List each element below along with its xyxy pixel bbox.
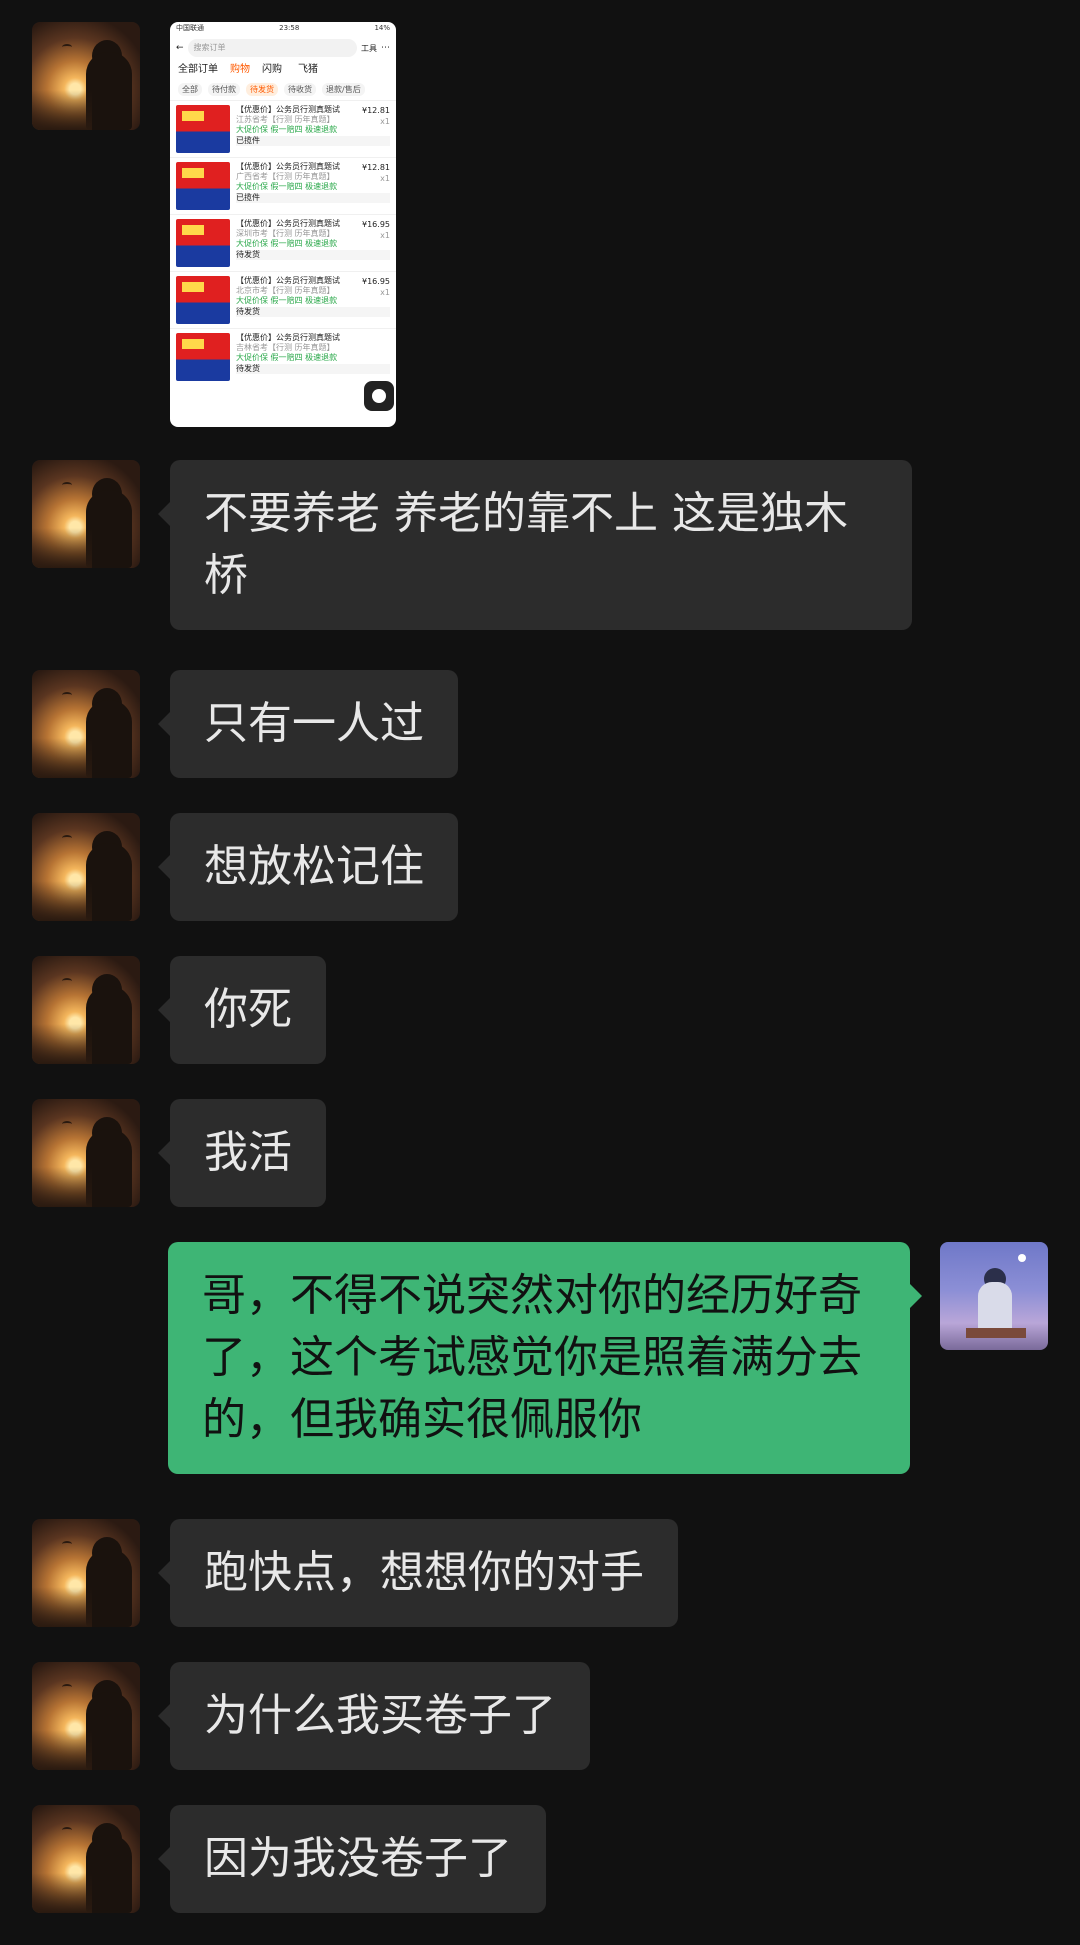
contact-avatar[interactable] <box>32 22 140 130</box>
message-bubble[interactable]: 你死 <box>158 956 326 1064</box>
contact-avatar[interactable] <box>32 460 140 568</box>
order-item: 【优惠价】公务员行测真题试 吉林省考【行测 历年真题】 大促价保 假一赔四 极速… <box>170 328 396 385</box>
message-bubble[interactable]: 不要养老 养老的靠不上 这是独木桥 <box>158 460 912 630</box>
bird-decoration <box>62 1541 72 1547</box>
avatar-reeds <box>32 1587 92 1627</box>
message-bubble[interactable]: 因为我没卷子了 <box>158 1805 546 1913</box>
order-status: 已揽件 <box>236 193 390 203</box>
product-thumbnail <box>176 105 230 153</box>
screen-record-icon <box>364 381 394 411</box>
order-status: 已揽件 <box>236 136 390 146</box>
subtab-refund: 退款/售后 <box>322 83 365 96</box>
bird-decoration <box>62 692 72 698</box>
tab-all-orders: 全部订单 <box>178 64 218 75</box>
order-status: 待发货 <box>236 364 390 374</box>
subtab-to-receive: 待收货 <box>284 83 316 96</box>
avatar-reeds <box>32 1730 92 1770</box>
time-label: 23:58 <box>279 24 300 32</box>
tab-flash-label: 闪购 <box>262 64 282 75</box>
message-bubble-sent[interactable]: 哥，不得不说突然对你的经历好奇了，这个考试感觉你是照着满分去的，但我确实很佩服你 <box>168 1242 922 1474</box>
product-thumbnail <box>176 219 230 267</box>
order-item: 【优惠价】公务员行测真题试 北京市考【行测 历年真题】 大促价保 假一赔四 极速… <box>170 271 396 328</box>
order-price: ¥16.95 <box>362 277 390 286</box>
tab-fliggy-label: 飞猪 <box>298 64 318 75</box>
avatar-reeds <box>32 1873 92 1913</box>
order-guarantee: 大促价保 假一赔四 极速退款 <box>236 353 338 362</box>
bird-decoration <box>62 835 72 841</box>
tab-flash: 闪购 <box>262 64 286 75</box>
tools-label: 工具 <box>361 43 377 53</box>
avatar-silhouette <box>86 986 132 1064</box>
order-qty: x1 <box>380 174 390 183</box>
avatar-reeds <box>32 90 92 130</box>
contact-avatar[interactable] <box>32 1662 140 1770</box>
order-item: 【优惠价】公务员行测真题试 深圳市考【行测 历年真题】 大促价保 假一赔四 极速… <box>170 214 396 271</box>
avatar-reeds <box>32 1167 92 1207</box>
image-message-screenshot[interactable]: 中国联通 23:58 14% ← 搜索订单 工具 ⋯ 全部订单 购物 闪购 飞猪… <box>170 22 396 427</box>
order-qty: x1 <box>380 117 390 126</box>
message-bubble[interactable]: 跑快点，想想你的对手 <box>158 1519 678 1627</box>
battery-label: 14% <box>374 24 390 32</box>
bird-decoration <box>62 1121 72 1127</box>
order-item: 【优惠价】公务员行测真题试 广西省考【行测 历年真题】 大促价保 假一赔四 极速… <box>170 157 396 214</box>
avatar-silhouette <box>86 700 132 778</box>
contact-avatar[interactable] <box>32 1099 140 1207</box>
order-qty: x1 <box>380 288 390 297</box>
bird-decoration <box>62 1827 72 1833</box>
order-subtabs: 全部 待付款 待发货 待收货 退款/售后 <box>170 79 396 100</box>
message-bubble[interactable]: 为什么我买卷子了 <box>158 1662 590 1770</box>
order-title: 【优惠价】公务员行测真题试 <box>236 333 340 342</box>
order-item: 【优惠价】公务员行测真题试 江苏省考【行测 历年真题】 大促价保 假一赔四 极速… <box>170 100 396 157</box>
search-row: ← 搜索订单 工具 ⋯ <box>170 36 396 60</box>
avatar-silhouette <box>86 843 132 921</box>
moon-decoration <box>1018 1254 1026 1262</box>
avatar-reeds <box>32 1024 92 1064</box>
search-box: 搜索订单 <box>187 39 357 57</box>
avatar-reeds <box>32 528 92 568</box>
bird-decoration <box>62 978 72 984</box>
order-status: 待发货 <box>236 250 390 260</box>
contact-avatar[interactable] <box>32 670 140 778</box>
status-bar: 中国联通 23:58 14% <box>170 22 396 36</box>
message-bubble[interactable]: 想放松记住 <box>158 813 458 921</box>
order-price: ¥12.81 <box>362 106 390 115</box>
order-sub: 吉林省考【行测 历年真题】 <box>236 343 335 352</box>
avatar-silhouette <box>86 1692 132 1770</box>
product-thumbnail <box>176 276 230 324</box>
avatar-reeds <box>32 738 92 778</box>
subtab-unpaid: 待付款 <box>208 83 240 96</box>
order-price: ¥16.95 <box>362 220 390 229</box>
bird-decoration <box>62 1684 72 1690</box>
contact-avatar[interactable] <box>32 1519 140 1627</box>
avatar-silhouette <box>86 52 132 130</box>
subtab-all: 全部 <box>178 83 202 96</box>
contact-avatar[interactable] <box>32 956 140 1064</box>
avatar-silhouette <box>86 1129 132 1207</box>
avatar-silhouette <box>86 1549 132 1627</box>
avatar-silhouette <box>86 490 132 568</box>
avatar-reeds <box>32 881 92 921</box>
message-bubble[interactable]: 只有一人过 <box>158 670 458 778</box>
tab-shopping: 购物 <box>230 64 250 75</box>
bird-decoration <box>62 44 72 50</box>
avatar-figure <box>978 1282 1012 1332</box>
subtab-to-ship: 待发货 <box>246 83 278 96</box>
contact-avatar[interactable] <box>32 813 140 921</box>
product-thumbnail <box>176 333 230 381</box>
contact-avatar[interactable] <box>32 1805 140 1913</box>
tab-fliggy: 飞猪 <box>298 64 322 75</box>
avatar-bench <box>966 1328 1026 1338</box>
order-tabs: 全部订单 购物 闪购 飞猪 <box>170 60 396 79</box>
product-thumbnail <box>176 162 230 210</box>
avatar-silhouette <box>86 1835 132 1913</box>
bird-decoration <box>62 482 72 488</box>
back-arrow-icon: ← <box>176 42 184 53</box>
order-qty: x1 <box>380 231 390 240</box>
carrier-label: 中国联通 <box>176 24 204 32</box>
more-icon: ⋯ <box>381 42 390 53</box>
message-bubble[interactable]: 我活 <box>158 1099 326 1207</box>
order-price: ¥12.81 <box>362 163 390 172</box>
my-avatar[interactable] <box>940 1242 1048 1350</box>
order-status: 待发货 <box>236 307 390 317</box>
